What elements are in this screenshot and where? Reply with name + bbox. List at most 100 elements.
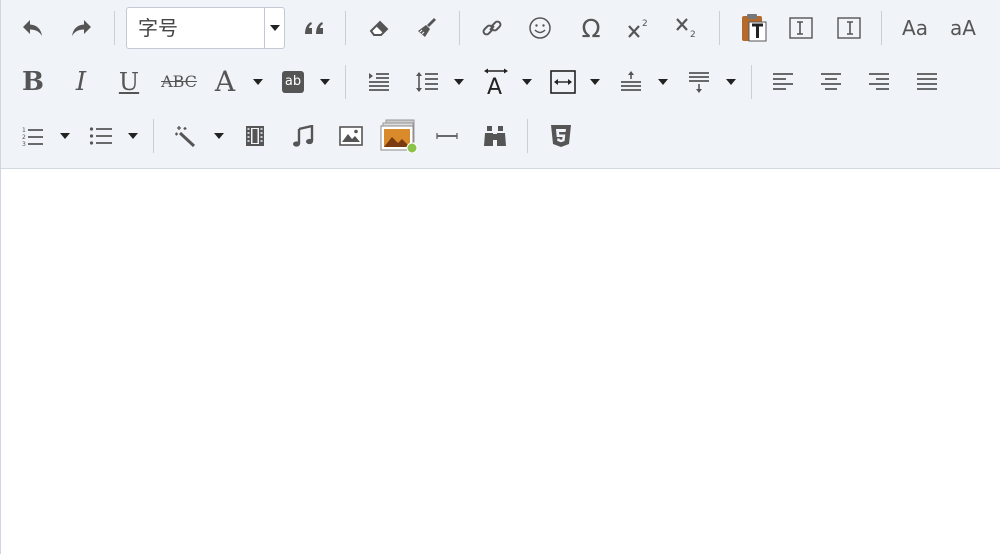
font-size-select[interactable]: 字号 [126,7,285,49]
font-color-icon: A [214,65,236,98]
underline-button[interactable]: U [111,62,147,102]
separator [114,11,115,45]
underline-icon: U [118,68,140,96]
spacing-top-button[interactable] [613,62,649,102]
ordered-list-dropdown[interactable] [57,116,73,156]
caret-down-icon [454,79,464,85]
emoji-icon [529,17,551,39]
spacing-bottom-button[interactable] [681,62,717,102]
undo-button[interactable] [15,8,51,48]
uppercase-icon: Aa [902,16,928,40]
link-button[interactable] [473,8,511,48]
redo-button[interactable] [63,8,99,48]
multi-image-icon [380,119,418,153]
separator [881,11,882,45]
editor-content-area[interactable] [1,169,1000,554]
page-width-button[interactable] [545,62,581,102]
spacing-bottom-dropdown[interactable] [723,62,739,102]
align-center-button[interactable] [813,62,849,102]
insert-frame-after-button[interactable] [831,8,867,48]
toolbar-row-2: B I U ABC A ab A [1,62,1000,102]
editor-toolbar: 字号 Ω 2 2 Aa aA B I U ABC A ab A 1 2 3 [1,0,1000,169]
special-char-button[interactable]: Ω [571,8,611,48]
magic-wand-icon [175,126,196,147]
find-replace-button[interactable] [477,116,513,156]
svg-text:2: 2 [690,30,696,39]
highlight-dropdown[interactable] [317,62,333,102]
caret-down-icon [253,79,263,85]
align-center-icon [821,73,841,90]
align-justify-button[interactable] [909,62,945,102]
strikethrough-icon: ABC [161,72,197,91]
ordered-list-button[interactable]: 123 [15,116,51,156]
blockquote-button[interactable] [297,8,331,48]
toolbar-row-3: 123 [1,116,1000,156]
emoji-button[interactable] [521,8,559,48]
align-left-button[interactable] [765,62,801,102]
format-painter-button[interactable] [409,8,445,48]
lowercase-icon: aA [950,16,976,40]
caret-down-icon [214,133,224,139]
horizontal-rule-button[interactable] [429,116,465,156]
chevron-down-icon[interactable] [264,8,284,48]
caret-down-icon [320,79,330,85]
auto-format-dropdown[interactable] [211,116,227,156]
unordered-list-icon [89,127,112,145]
align-left-icon [773,73,793,90]
align-right-button[interactable] [861,62,897,102]
ordered-list-icon: 123 [22,127,43,147]
paragraph-indent-button[interactable] [361,62,397,102]
auto-format-button[interactable] [167,116,205,156]
indent-right-box-icon [837,17,861,39]
separator [345,65,346,99]
insert-image-button[interactable] [333,116,369,156]
strikethrough-button[interactable]: ABC [159,62,199,102]
subscript-button[interactable]: 2 [667,8,707,48]
italic-button[interactable]: I [63,62,99,102]
uppercase-button[interactable]: Aa [895,8,935,48]
font-size-select-value: 字号 [138,16,178,40]
eraser-button[interactable] [361,8,397,48]
lowercase-button[interactable]: aA [943,8,983,48]
page-width-dropdown[interactable] [587,62,603,102]
superscript-icon: 2 [628,19,648,38]
separator [751,65,752,99]
unordered-list-button[interactable] [83,116,119,156]
insert-music-button[interactable] [285,116,321,156]
rich-text-editor: 字号 Ω 2 2 Aa aA B I U ABC A ab A 1 2 3 [0,0,1000,554]
align-justify-icon [917,73,937,90]
insert-video-button[interactable] [237,116,273,156]
multi-image-button[interactable] [379,116,419,156]
highlight-button[interactable]: ab [275,62,311,102]
unordered-list-dropdown[interactable] [125,116,141,156]
caret-down-icon [522,79,532,85]
toolbar-row-1: 字号 Ω 2 2 Aa aA [1,7,1000,49]
letter-spacing-button[interactable]: A [477,62,515,102]
superscript-button[interactable]: 2 [619,8,659,48]
svg-text:3: 3 [22,141,26,147]
caret-down-icon [60,133,70,139]
caret-down-icon [658,79,668,85]
separator [153,119,154,153]
line-height-button[interactable] [409,62,445,102]
separator [527,119,528,153]
insert-frame-before-button[interactable] [783,8,819,48]
blockquote-icon [305,22,323,34]
letter-spacing-dropdown[interactable] [519,62,535,102]
svg-text:1: 1 [22,127,26,134]
font-color-button[interactable]: A [207,62,243,102]
horizontal-rule-icon [436,133,458,139]
separator [719,11,720,45]
paste-plain-text-button[interactable] [735,8,773,48]
caret-down-icon [726,79,736,85]
source-code-button[interactable] [543,116,579,156]
line-height-dropdown[interactable] [451,62,467,102]
italic-icon: I [75,67,87,97]
format-brush-icon [418,18,436,37]
bold-button[interactable]: B [15,62,51,102]
font-color-dropdown[interactable] [250,62,266,102]
indent-left-box-icon [789,17,813,39]
bold-icon: B [22,67,44,97]
subscript-icon: 2 [676,18,696,39]
spacing-top-dropdown[interactable] [655,62,671,102]
